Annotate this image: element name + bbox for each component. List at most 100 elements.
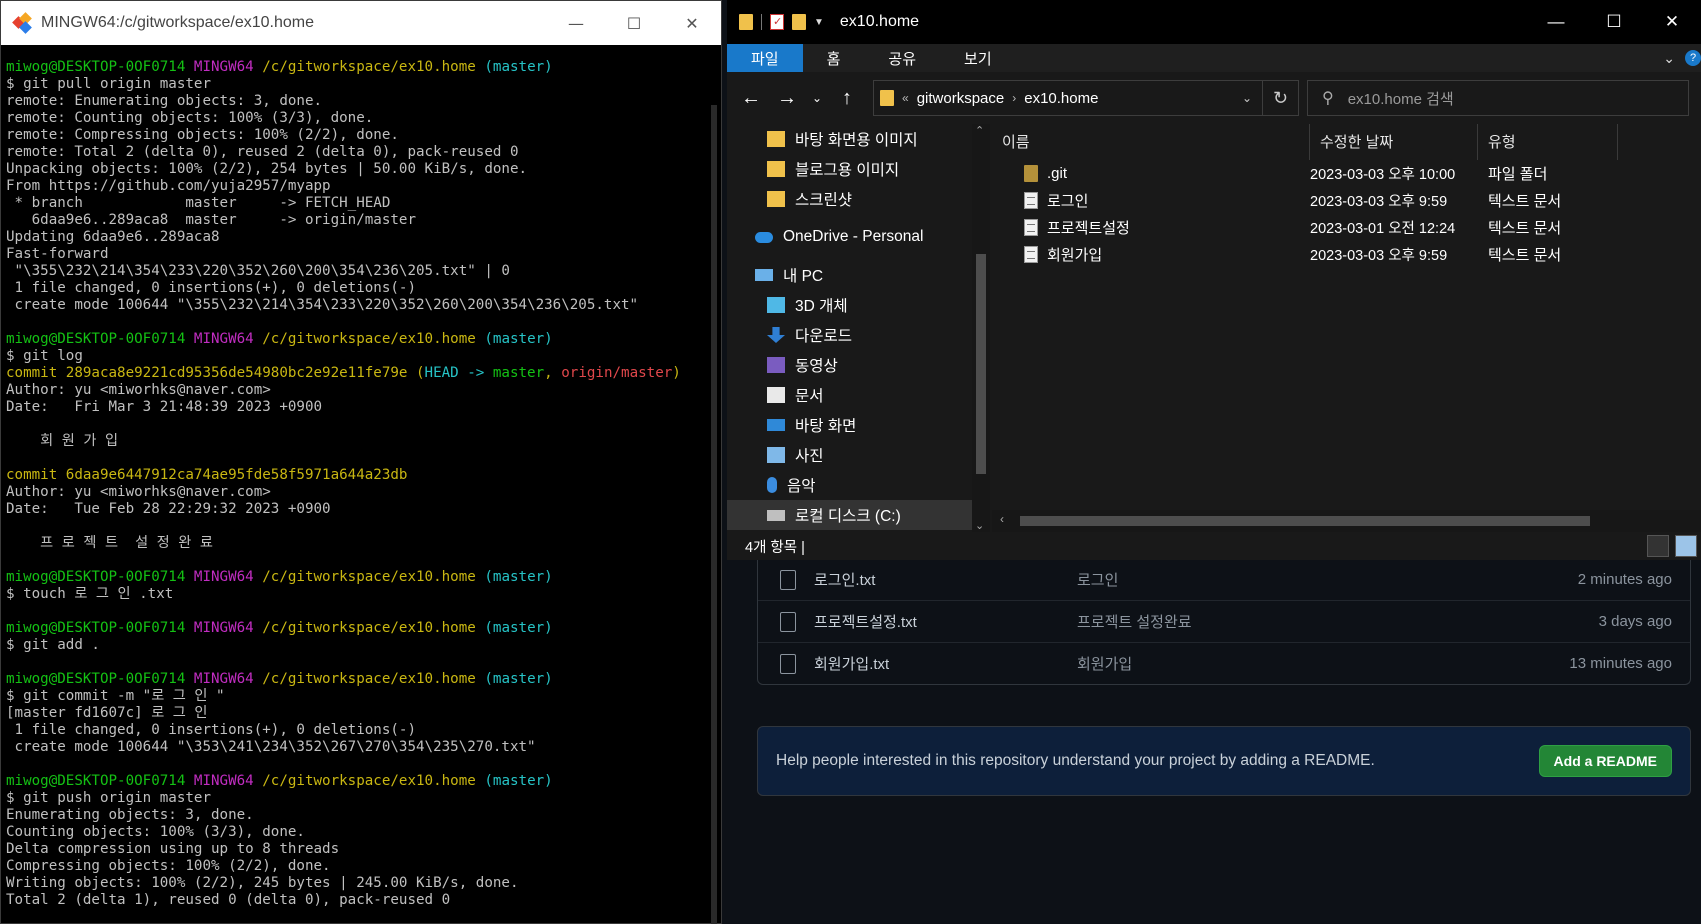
terminal-line: 1 file changed, 0 insertions(+), 0 delet… <box>6 280 703 297</box>
nav-item[interactable]: 내 PC <box>727 260 990 290</box>
close-button[interactable]: ✕ <box>1643 0 1701 44</box>
nav-item[interactable]: 음악 <box>727 470 990 500</box>
breadcrumb-separator-icon[interactable]: › <box>1012 91 1016 105</box>
chevron-down-icon[interactable]: ▼ <box>814 17 824 28</box>
terminal-line: $ git add . <box>6 637 703 654</box>
nav-item[interactable]: 바탕 화면 <box>727 410 990 440</box>
up-button[interactable]: ↑ <box>829 80 865 116</box>
scrollbar-thumb[interactable] <box>711 105 717 924</box>
file-name-link[interactable]: 로그인.txt <box>814 569 1077 590</box>
scrollbar-thumb[interactable] <box>976 254 986 474</box>
terminal-text: Author: yu <miworhks@naver.com> <box>6 484 271 500</box>
nav-item[interactable]: 동영상 <box>727 350 990 380</box>
tab-view[interactable]: 보기 <box>940 44 1016 72</box>
terminal-line: Date: Fri Mar 3 21:48:39 2023 +0900 <box>6 399 703 416</box>
add-readme-button[interactable]: Add a README <box>1538 745 1672 777</box>
terminal-text: $ git pull origin master <box>6 76 211 92</box>
large-icons-view-icon[interactable] <box>1675 535 1697 557</box>
help-icon[interactable]: ? <box>1685 50 1701 66</box>
nav-item[interactable]: 바탕 화면용 이미지 <box>727 124 990 154</box>
explorer-titlebar: ▼ ex10.home — ☐ ✕ <box>727 0 1701 44</box>
terminal-text: * branch master -> FETCH_HEAD <box>6 195 391 211</box>
table-row[interactable]: 프로젝트설정.txt 프로젝트 설정완료 3 days ago <box>758 600 1690 642</box>
list-item[interactable]: .git 2023-03-03 오후 10:00 파일 폴더 <box>992 160 1701 187</box>
commit-message-link[interactable]: 회원가입 <box>1077 653 1569 674</box>
tab-file[interactable]: 파일 <box>727 44 803 72</box>
breadcrumb-current[interactable]: ex10.home <box>1024 90 1098 107</box>
minimize-button[interactable]: — <box>1527 0 1585 44</box>
refresh-button[interactable]: ↻ <box>1263 80 1299 116</box>
terminal-title: MINGW64:/c/gitworkspace/ex10.home <box>41 14 314 31</box>
file-name-link[interactable]: 회원가입.txt <box>814 653 1077 674</box>
terminal-text: 프 로 젝 트 설 정 완 료 <box>6 535 213 551</box>
nav-item[interactable]: 다운로드 <box>727 320 990 350</box>
address-bar[interactable]: « gitworkspace › ex10.home ⌄ <box>873 80 1263 116</box>
terminal-text: /c/gitworkspace/ex10.home <box>262 569 485 585</box>
nav-item-label: 블로그용 이미지 <box>795 162 900 179</box>
file-icon <box>780 569 796 590</box>
table-row[interactable]: 회원가입.txt 회원가입 13 minutes ago <box>758 642 1690 684</box>
tab-home[interactable]: 홈 <box>803 44 865 72</box>
folder-icon <box>880 90 894 106</box>
nav-item[interactable]: 블로그용 이미지 <box>727 154 990 184</box>
expand-ribbon-icon[interactable]: ⌄ <box>1663 50 1675 67</box>
terminal-text: From https://github.com/yuja2957/myapp <box>6 178 331 194</box>
text-file-icon <box>1024 246 1038 263</box>
nav-item-label: 3D 개체 <box>795 298 848 315</box>
address-dropdown-icon[interactable]: ⌄ <box>1242 91 1252 105</box>
list-item[interactable]: 회원가입 2023-03-03 오후 9:59 텍스트 문서 <box>992 241 1701 268</box>
breadcrumb-overflow-icon[interactable]: « <box>902 91 909 105</box>
text-file-icon <box>1024 219 1038 236</box>
terminal-text: commit 6daa9e6447912ca74ae95fde58f5971a6… <box>6 467 408 483</box>
nav-item[interactable]: 3D 개체 <box>727 290 990 320</box>
column-type[interactable]: 유형 <box>1478 123 1618 160</box>
file-explorer-window[interactable]: ▼ ex10.home — ☐ ✕ 파일 홈 공유 보기 ⌄ ? ← → ⌄ ↑… <box>727 0 1701 560</box>
terminal-line: remote: Enumerating objects: 3, done. <box>6 93 703 110</box>
nav-item[interactable]: 스크린샷 <box>727 184 990 214</box>
readme-prompt-text: Help people interested in this repositor… <box>776 752 1375 769</box>
tab-share[interactable]: 공유 <box>864 44 940 72</box>
terminal-output[interactable]: miwog@DESKTOP-0OF0714 MINGW64 /c/gitwork… <box>6 59 703 923</box>
list-item[interactable]: 프로젝트설정 2023-03-01 오전 12:24 텍스트 문서 <box>992 214 1701 241</box>
scrollbar-thumb[interactable] <box>1020 516 1590 526</box>
column-name[interactable]: 이름 <box>992 123 1310 160</box>
list-item[interactable]: 로그인 2023-03-03 오후 9:59 텍스트 문서 <box>992 187 1701 214</box>
new-folder-icon[interactable] <box>792 14 806 30</box>
scroll-up-icon[interactable]: ⌃ <box>975 124 984 137</box>
search-box[interactable]: ⚲ ex10.home 검색 <box>1307 80 1689 116</box>
details-view-icon[interactable] <box>1647 535 1669 557</box>
explorer-title: ex10.home <box>839 13 920 30</box>
commit-message-link[interactable]: 로그인 <box>1077 569 1578 590</box>
close-button[interactable]: ✕ <box>663 1 721 45</box>
terminal-line: 프 로 젝 트 설 정 완 료 <box>6 535 703 552</box>
maximize-button[interactable]: ☐ <box>1585 0 1643 44</box>
scroll-down-icon[interactable]: ⌄ <box>975 519 984 532</box>
nav-pane-scrollbar[interactable]: ⌃ ⌄ <box>972 124 990 532</box>
properties-icon[interactable] <box>770 14 784 30</box>
breadcrumb-gitworkspace[interactable]: gitworkspace <box>917 90 1005 107</box>
recent-locations-button[interactable]: ⌄ <box>805 80 829 116</box>
nav-item[interactable]: 로컬 디스크 (C:) <box>727 500 990 530</box>
terminal-line: $ git log <box>6 348 703 365</box>
maximize-button[interactable]: ☐ <box>605 1 663 45</box>
commit-message-link[interactable]: 프로젝트 설정완료 <box>1077 611 1599 632</box>
forward-button[interactable]: → <box>769 80 805 116</box>
table-row[interactable]: 로그인.txt 로그인 2 minutes ago <box>758 558 1690 600</box>
nav-item[interactable]: OneDrive - Personal <box>727 222 990 252</box>
file-name-link[interactable]: 프로젝트설정.txt <box>814 611 1077 632</box>
terminal-window[interactable]: MINGW64:/c/gitworkspace/ex10.home — ☐ ✕ … <box>0 0 722 924</box>
column-date-modified[interactable]: 수정한 날짜 <box>1310 123 1478 160</box>
nav-item[interactable]: 사진 <box>727 440 990 470</box>
download-icon <box>767 327 785 343</box>
terminal-text: $ git log <box>6 348 83 364</box>
minimize-button[interactable]: — <box>547 1 605 45</box>
scroll-left-icon[interactable]: ‹ <box>1000 512 1004 526</box>
nav-item[interactable]: 문서 <box>727 380 990 410</box>
horizontal-scrollbar[interactable]: ‹ <box>992 510 1701 532</box>
file-name: .git <box>1047 165 1068 182</box>
terminal-scrollbar[interactable] <box>707 45 721 924</box>
back-button[interactable]: ← <box>733 80 769 116</box>
